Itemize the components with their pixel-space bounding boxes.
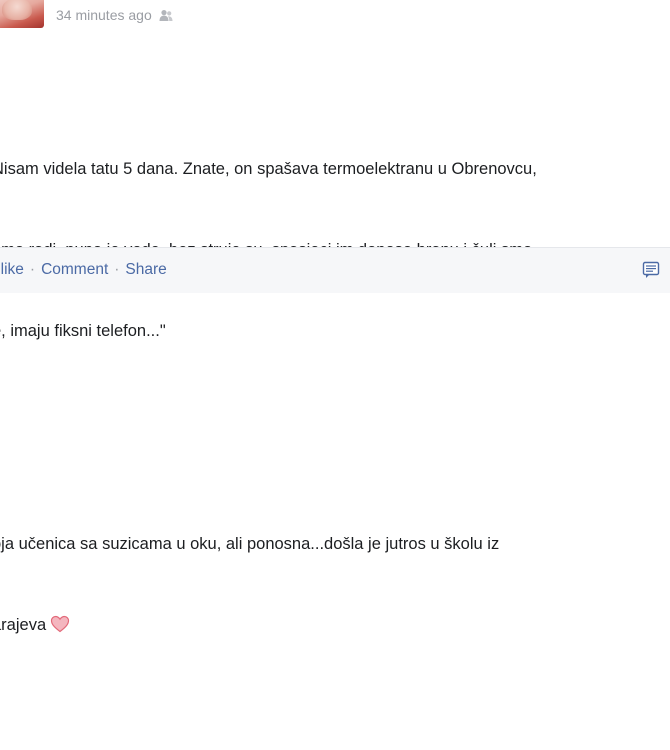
friends-icon[interactable] (159, 9, 173, 22)
post-card: 34 minutes ago Nisam videla tatu 5 dana.… (0, 0, 670, 634)
post-message: Nisam videla tatu 5 dana. Znate, on spaš… (0, 48, 668, 750)
message-paragraph-2: oja učenica sa suzicama u oku, ali ponos… (0, 477, 668, 696)
message-line-text: arajeva (0, 616, 47, 634)
post-actions-bar: nlike · Comment · Share (0, 248, 670, 293)
comment-link[interactable]: Comment (41, 261, 108, 279)
unlike-link[interactable]: nlike (0, 261, 24, 279)
avatar-photo (2, 0, 32, 20)
share-link[interactable]: Share (125, 261, 166, 279)
message-line: arajeva (0, 612, 668, 642)
separator: · (114, 261, 120, 278)
separator: · (29, 261, 36, 278)
comment-box-icon[interactable] (642, 261, 660, 279)
post-meta: 34 minutes ago (56, 5, 173, 25)
message-line: Nisam videla tatu 5 dana. Znate, on spaš… (0, 160, 537, 178)
action-links: nlike · Comment · Share (0, 261, 167, 279)
post-timestamp[interactable]: 34 minutes ago (56, 7, 152, 23)
message-line: e, imaju fiksni telefon..." (0, 322, 166, 340)
avatar[interactable] (0, 0, 44, 28)
heart-icon (50, 615, 70, 642)
message-line: oja učenica sa suzicama u oku, ali ponos… (0, 535, 500, 553)
